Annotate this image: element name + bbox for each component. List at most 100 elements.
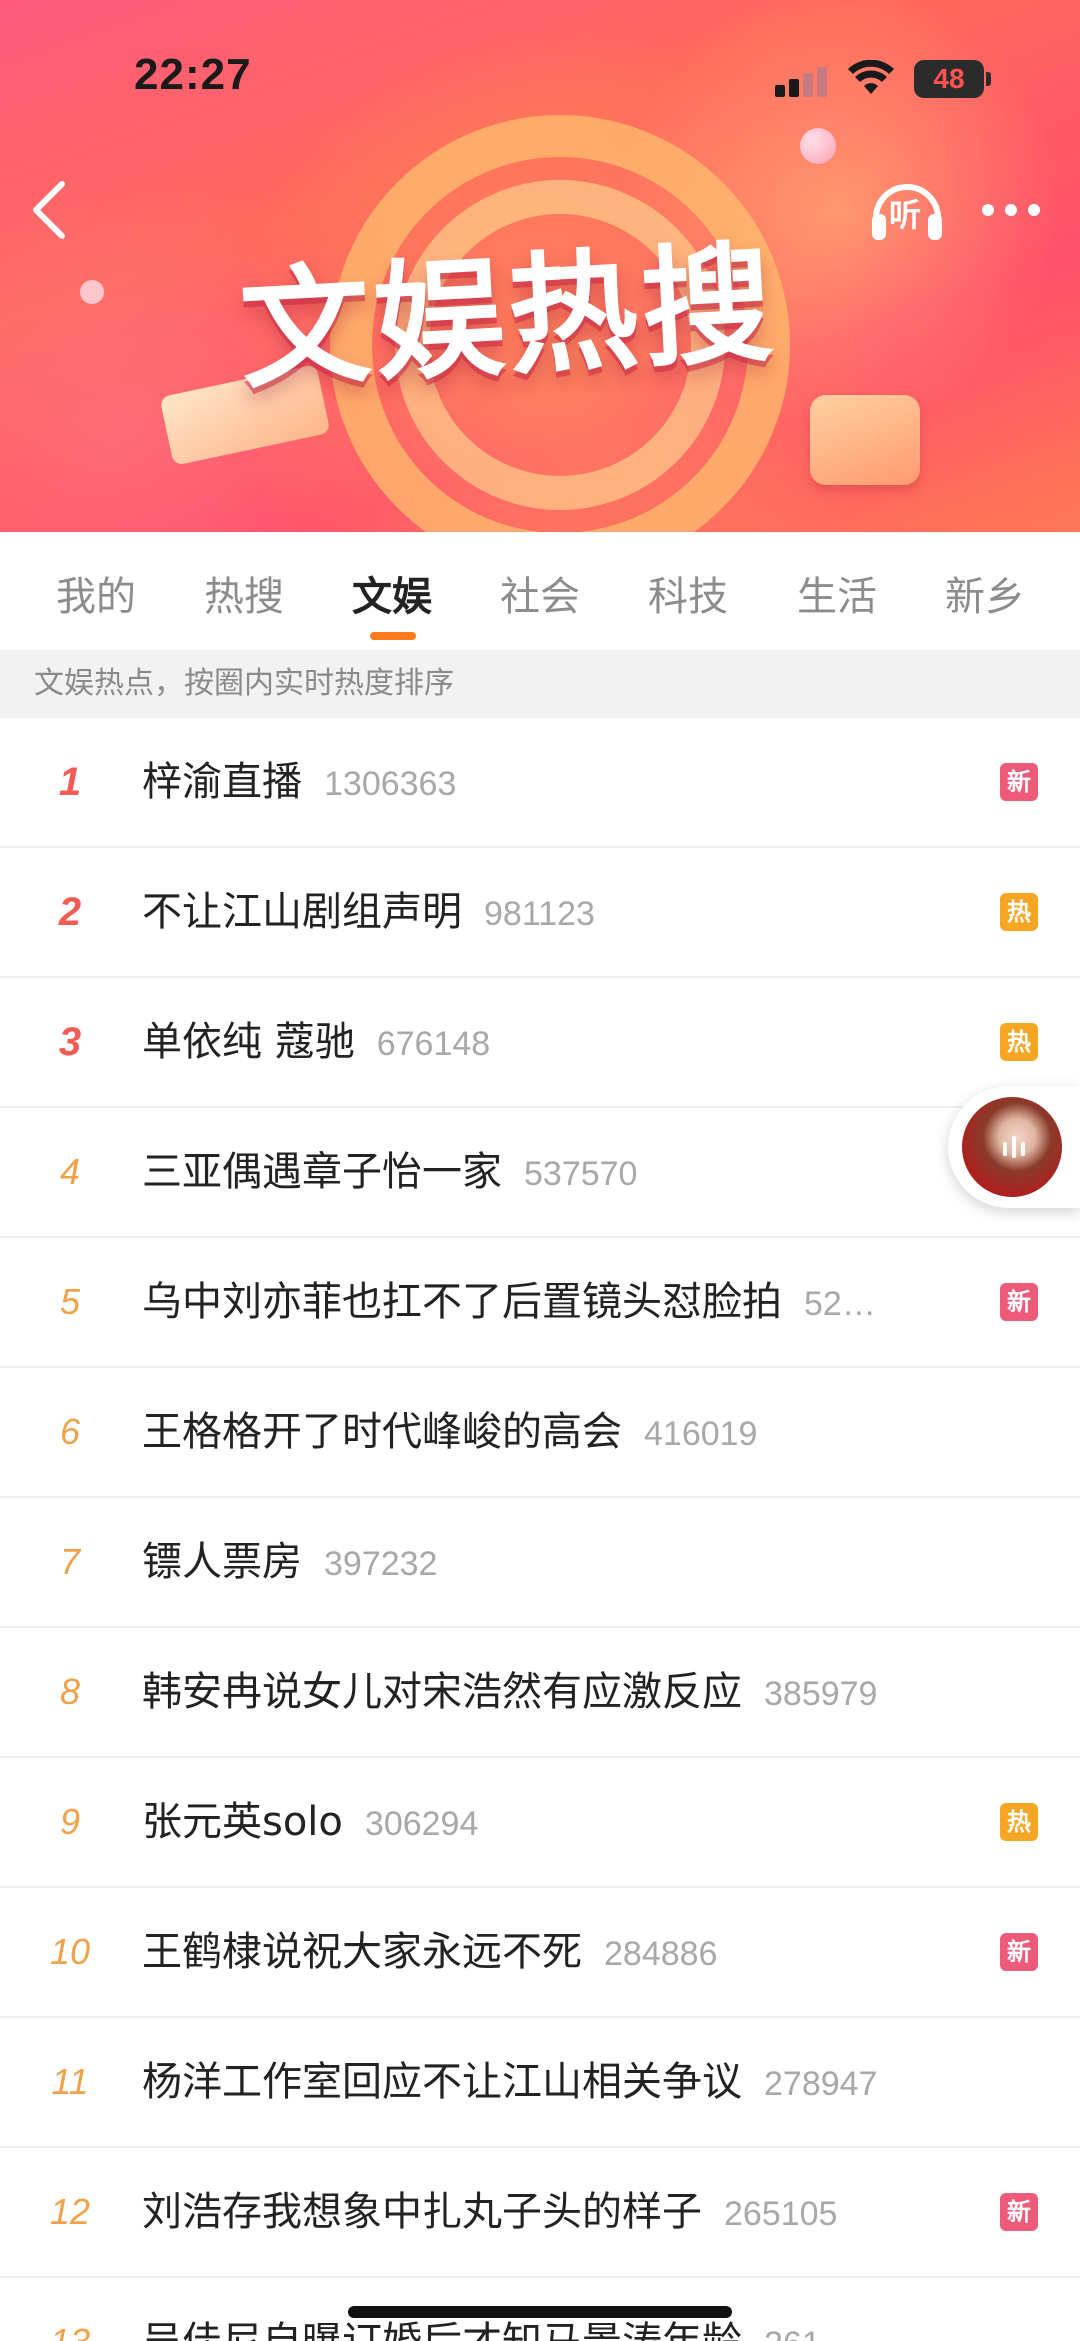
topic-line: 三亚偶遇章子怡一家 537570 xyxy=(142,1108,940,1244)
rank-number: 3 xyxy=(58,1020,82,1064)
list-item[interactable]: 6 王格格开了时代峰峻的高会 416019 xyxy=(0,1368,1080,1498)
rank-number: 9 xyxy=(59,1801,81,1842)
heat-value: 676148 xyxy=(376,1025,491,1063)
topic-line: 张元英solo 306294 xyxy=(142,1758,940,1894)
heat-value: 1306363 xyxy=(324,765,457,803)
wifi-icon xyxy=(848,60,894,94)
heat-value: 261… xyxy=(764,2325,855,2341)
new-badge: 新 xyxy=(1000,2193,1038,2231)
list-item[interactable]: 4 三亚偶遇章子怡一家 537570 xyxy=(0,1108,1080,1238)
status-bar: 22:27 48 xyxy=(0,0,1080,130)
list-item[interactable]: 8 韩安冉说女儿对宋浩然有应激反应 385979 xyxy=(0,1628,1080,1758)
heat-value: 284886 xyxy=(604,1935,718,1973)
listen-button[interactable]: 听 xyxy=(866,168,948,250)
rank-number: 5 xyxy=(59,1281,81,1322)
list-item[interactable]: 7 镖人票房 397232 xyxy=(0,1498,1080,1628)
heat-value: 265105 xyxy=(724,2195,838,2233)
list-item[interactable]: 10 王鹤棣说祝大家永远不死 284886 新 xyxy=(0,1888,1080,2018)
cellular-signal-icon xyxy=(775,65,835,97)
banner-planet-decoration xyxy=(800,128,836,164)
tab-entertainment[interactable]: 文娱 xyxy=(352,564,432,624)
banner-dot-decoration xyxy=(80,280,104,304)
rank-number: 4 xyxy=(59,1151,81,1192)
tab-hot-search[interactable]: 热搜 xyxy=(204,564,284,624)
heat-value: 416019 xyxy=(644,1415,758,1453)
listen-label: 听 xyxy=(889,196,922,234)
active-tab-indicator xyxy=(370,632,416,640)
more-options-icon[interactable] xyxy=(976,190,1046,230)
topic-title: 刘浩存我想象中扎丸子头的样子 xyxy=(142,2189,702,2235)
floating-live-avatar[interactable] xyxy=(948,1086,1080,1208)
topic-line: 梓渝直播 1306363 xyxy=(142,718,940,854)
heat-value: 385979 xyxy=(764,1675,878,1713)
topic-title: 吴佳尼自曝订婚后才知马景涛年龄 xyxy=(142,2319,742,2341)
list-item[interactable]: 3 单依纯 蔻驰 676148 热 xyxy=(0,978,1080,1108)
heat-value: 306294 xyxy=(364,1805,479,1843)
hot-badge: 热 xyxy=(1000,1023,1038,1061)
topic-title: 梓渝直播 xyxy=(142,759,302,805)
topic-line: 刘浩存我想象中扎丸子头的样子 265105 xyxy=(142,2148,940,2284)
topic-title: 张元英solo xyxy=(142,1799,343,1845)
heat-value: 981123 xyxy=(484,895,595,933)
new-badge: 新 xyxy=(1000,1933,1038,1971)
banner-camera-decoration xyxy=(810,395,920,485)
home-indicator xyxy=(348,2306,732,2318)
list-item[interactable]: 2 不让江山剧组声明 981123 热 xyxy=(0,848,1080,978)
hot-badge: 热 xyxy=(1000,1803,1038,1841)
rank-number: 10 xyxy=(49,1931,91,1972)
topic-line: 杨洋工作室回应不让江山相关争议 278947 xyxy=(142,2018,940,2154)
hot-search-page: 22:27 48 听 文娱热搜 我的 热搜 文娱 社会 科技 生活 新乡 文娱热… xyxy=(0,0,1080,2341)
list-item[interactable]: 5 乌中刘亦菲也扛不了后置镜头怼脸拍 52… 新 xyxy=(0,1238,1080,1368)
rank-number: 11 xyxy=(51,2061,89,2102)
rank-number: 1 xyxy=(58,760,82,804)
tab-society[interactable]: 社会 xyxy=(500,564,580,624)
topic-title: 镖人票房 xyxy=(142,1539,302,1585)
topic-title: 王格格开了时代峰峻的高会 xyxy=(142,1409,622,1455)
battery-indicator: 48 xyxy=(914,60,984,98)
tab-tech[interactable]: 科技 xyxy=(648,564,728,624)
topic-line: 王格格开了时代峰峻的高会 416019 xyxy=(142,1368,940,1504)
topic-line: 王鹤棣说祝大家永远不死 284886 xyxy=(142,1888,940,2024)
audio-bars-icon xyxy=(1003,1136,1025,1158)
topic-title: 三亚偶遇章子怡一家 xyxy=(142,1149,502,1195)
rank-number: 6 xyxy=(59,1411,81,1452)
rank-number: 7 xyxy=(59,1541,81,1582)
battery-cap xyxy=(986,72,991,86)
heat-value: 397232 xyxy=(324,1545,438,1583)
status-time: 22:27 xyxy=(134,50,252,99)
new-badge: 新 xyxy=(1000,763,1038,801)
header-banner: 22:27 48 听 文娱热搜 xyxy=(0,0,1080,532)
topic-title: 不让江山剧组声明 xyxy=(142,889,462,935)
hot-search-list: 1 梓渝直播 1306363 新 2 不让江山剧组声明 981123 热 3 单依纯… xyxy=(0,718,1080,2341)
topic-line: 韩安冉说女儿对宋浩然有应激反应 385979 xyxy=(142,1628,940,1764)
list-item[interactable]: 9 张元英solo 306294 热 xyxy=(0,1758,1080,1888)
list-item[interactable]: 1 梓渝直播 1306363 新 xyxy=(0,718,1080,848)
topic-title: 乌中刘亦菲也扛不了后置镜头怼脸拍 xyxy=(142,1279,782,1325)
tab-mine[interactable]: 我的 xyxy=(56,564,136,624)
rank-number: 8 xyxy=(59,1671,81,1712)
page-title: 文娱热搜 xyxy=(236,227,780,408)
topic-title: 王鹤棣说祝大家永远不死 xyxy=(142,1929,582,1975)
ranking-notice: 文娱热点，按圈内实时热度排序 xyxy=(0,650,1080,718)
list-item[interactable]: 12 刘浩存我想象中扎丸子头的样子 265105 新 xyxy=(0,2148,1080,2278)
hot-badge: 热 xyxy=(1000,893,1038,931)
new-badge: 新 xyxy=(1000,1283,1038,1321)
topic-line: 不让江山剧组声明 981123 xyxy=(142,848,940,984)
rank-number: 12 xyxy=(49,2191,91,2232)
heat-value: 52… xyxy=(804,1285,876,1323)
topic-line: 乌中刘亦菲也扛不了后置镜头怼脸拍 52… xyxy=(142,1238,940,1374)
topic-title: 单依纯 蔻驰 xyxy=(142,1019,355,1065)
tab-life[interactable]: 生活 xyxy=(797,564,877,624)
heat-value: 278947 xyxy=(764,2065,878,2103)
category-tab-bar: 我的 热搜 文娱 社会 科技 生活 新乡 xyxy=(0,532,1080,650)
topic-line: 单依纯 蔻驰 676148 xyxy=(142,978,940,1114)
topic-title: 韩安冉说女儿对宋浩然有应激反应 xyxy=(142,1669,742,1715)
topic-title: 杨洋工作室回应不让江山相关争议 xyxy=(142,2059,742,2105)
list-item[interactable]: 11 杨洋工作室回应不让江山相关争议 278947 xyxy=(0,2018,1080,2148)
topic-line: 镖人票房 397232 xyxy=(142,1498,940,1634)
rank-number: 13 xyxy=(40,2278,100,2341)
heat-value: 537570 xyxy=(524,1155,638,1193)
back-arrow-icon[interactable] xyxy=(20,170,80,250)
tab-xinxiang[interactable]: 新乡 xyxy=(945,564,1025,624)
rank-number: 2 xyxy=(58,890,82,934)
